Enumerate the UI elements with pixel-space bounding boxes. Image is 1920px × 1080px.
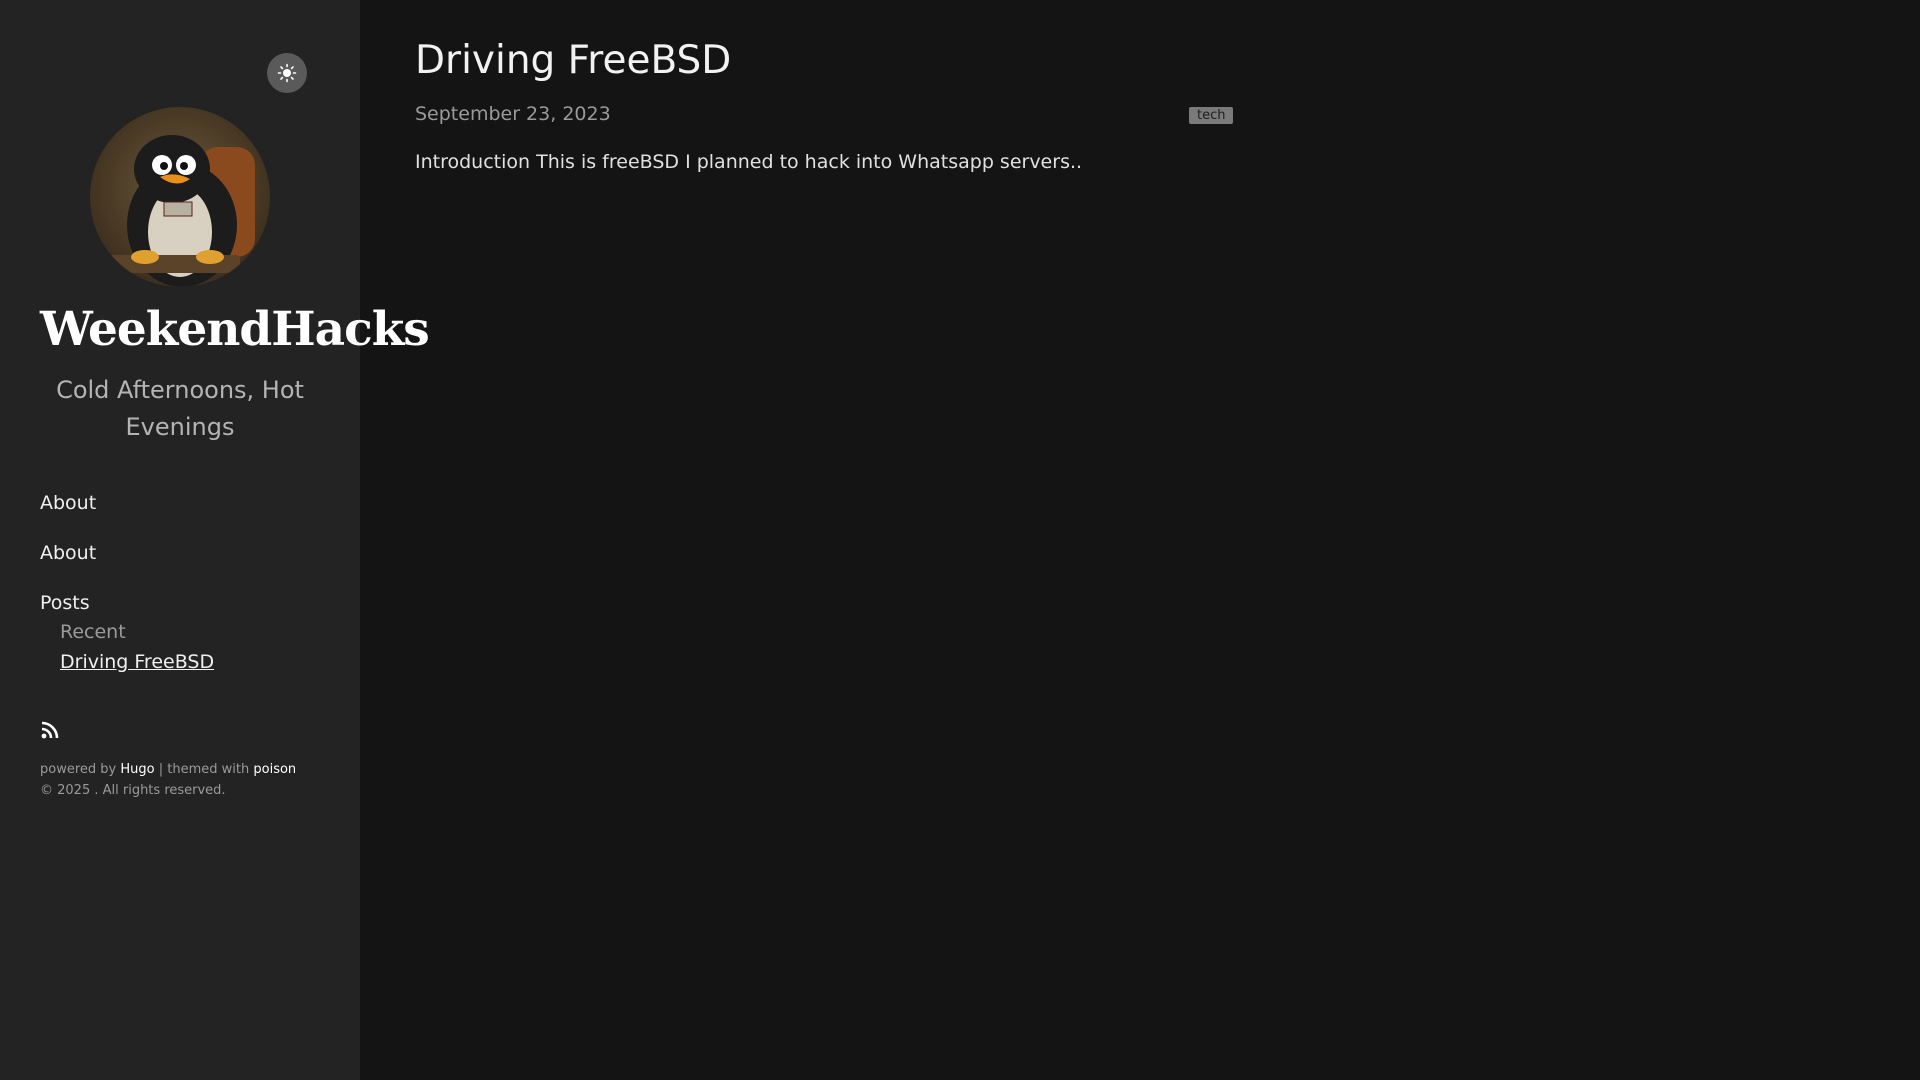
- sidebar-footer: powered by Hugo | themed with poison © 2…: [40, 759, 296, 801]
- footer-copyright: © 2025 . All rights reserved.: [40, 783, 226, 798]
- post-tag[interactable]: tech: [1189, 107, 1234, 124]
- site-title[interactable]: WeekendHacks: [40, 302, 430, 357]
- site-tagline: Cold Afternoons, Hot Evenings: [56, 376, 304, 441]
- sidebar: WeekendHacks Cold Afternoons, Hot Evenin…: [0, 0, 430, 1080]
- avatar[interactable]: [90, 107, 270, 287]
- theme-toggle-button[interactable]: [267, 53, 307, 93]
- nav-item-about-2[interactable]: About: [40, 537, 214, 587]
- nav-posts-submenu: Recent Driving FreeBSD: [40, 617, 214, 677]
- post-summary: Introduction This is freeBSD I planned t…: [415, 151, 1083, 173]
- nav-item-about[interactable]: About: [40, 487, 214, 537]
- footer-powered-prefix: powered by: [40, 762, 117, 777]
- footer-separator: | themed with: [158, 762, 250, 777]
- poison-theme-link[interactable]: poison: [253, 762, 296, 777]
- sidebar-nav: About About Posts Recent Driving FreeBSD: [40, 487, 214, 677]
- post-title[interactable]: Driving FreeBSD: [415, 38, 731, 83]
- rss-link[interactable]: [40, 720, 60, 740]
- post-date: September 23, 2023: [415, 103, 611, 125]
- rss-icon: [41, 721, 59, 739]
- penguin-avatar-image: [110, 135, 255, 287]
- sun-icon: [277, 63, 297, 83]
- nav-link-driving-freebsd[interactable]: Driving FreeBSD: [60, 647, 214, 677]
- nav-item-posts[interactable]: Posts: [40, 587, 214, 617]
- footer-credits: powered by Hugo | themed with poison: [40, 759, 296, 780]
- nav-sub-label-recent: Recent: [60, 621, 126, 643]
- hugo-link[interactable]: Hugo: [120, 762, 154, 777]
